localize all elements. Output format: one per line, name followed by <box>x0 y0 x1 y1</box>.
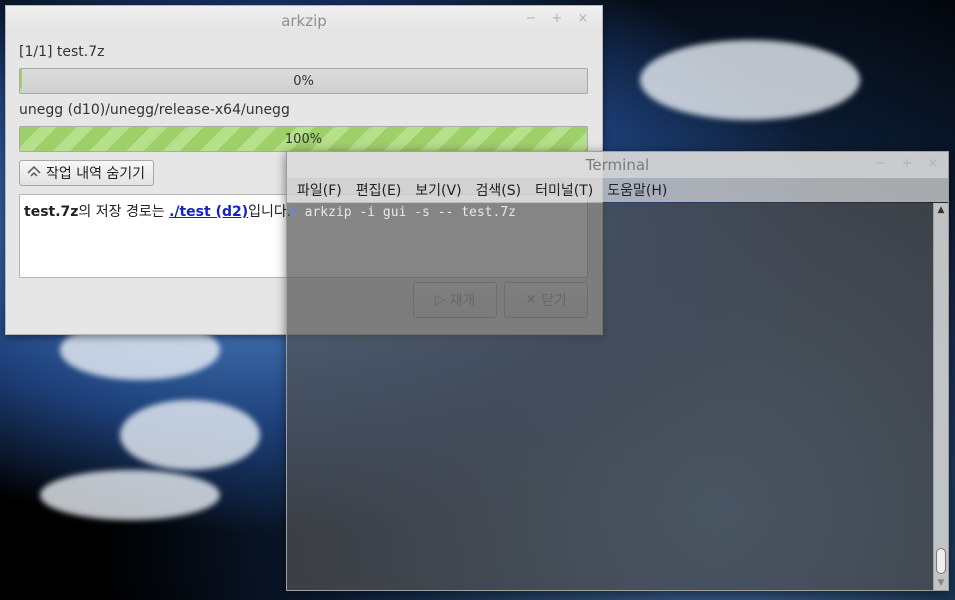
menu-search[interactable]: 검색(S) <box>476 180 522 200</box>
menu-view[interactable]: 보기(V) <box>415 180 461 200</box>
path-progress-bar: 100% <box>19 126 588 152</box>
minimize-icon[interactable]: − <box>874 156 888 171</box>
minimize-icon[interactable]: − <box>524 11 538 26</box>
close-icon[interactable]: × <box>926 156 940 171</box>
file-progress-text: 0% <box>293 74 314 89</box>
output-path-link[interactable]: ./test (d2) <box>169 204 248 220</box>
desktop-cloud <box>640 40 860 120</box>
scroll-thumb[interactable] <box>936 548 946 574</box>
command-text: arkzip -i gui -s -- test.7z <box>296 205 516 220</box>
close-icon[interactable]: × <box>576 11 590 26</box>
prompt-symbol: $ <box>289 205 297 220</box>
scroll-up-icon[interactable]: ▲ <box>934 205 948 215</box>
terminal-line: $ arkzip -i gui -s -- test.7z <box>289 205 516 220</box>
desktop-cloud <box>40 470 220 520</box>
menu-terminal[interactable]: 터미널(T) <box>535 180 593 200</box>
arkzip-titlebar[interactable]: arkzip − + × <box>6 6 602 34</box>
maximize-icon[interactable]: + <box>550 11 564 26</box>
terminal-screen[interactable]: $ arkzip -i gui -s -- test.7z <box>287 203 934 590</box>
menu-help[interactable]: 도움말(H) <box>607 180 667 200</box>
log-text-mid: 의 저장 경로는 <box>78 204 170 220</box>
log-text-end: 입니다. <box>248 204 292 220</box>
scroll-down-icon[interactable]: ▼ <box>934 578 948 588</box>
terminal-titlebar[interactable]: Terminal − + × <box>287 152 948 178</box>
log-file-name: test.7z <box>24 204 79 220</box>
terminal-title: Terminal <box>585 156 650 174</box>
window-title: arkzip <box>281 12 327 30</box>
desktop-cloud <box>120 400 260 470</box>
collapse-up-icon <box>27 165 41 177</box>
file-progress-bar: 0% <box>19 68 588 94</box>
terminal-scrollbar[interactable]: ▲ ▼ <box>933 203 948 590</box>
hide-history-button[interactable]: 작업 내역 숨기기 <box>19 160 155 186</box>
maximize-icon[interactable]: + <box>900 156 914 171</box>
path-progress-text: 100% <box>284 132 323 147</box>
terminal-menubar: 파일(F) 편집(E) 보기(V) 검색(S) 터미널(T) 도움말(H) <box>287 178 948 202</box>
terminal-window: Terminal − + × 파일(F) 편집(E) 보기(V) 검색(S) 터… <box>286 151 949 591</box>
current-path-label: unegg (d10)/unegg/release-x64/unegg <box>19 102 290 118</box>
current-file-label: [1/1] test.7z <box>19 44 105 60</box>
menu-file[interactable]: 파일(F) <box>297 180 342 200</box>
menu-edit[interactable]: 편집(E) <box>356 180 402 200</box>
hide-history-label: 작업 내역 숨기기 <box>46 166 146 182</box>
